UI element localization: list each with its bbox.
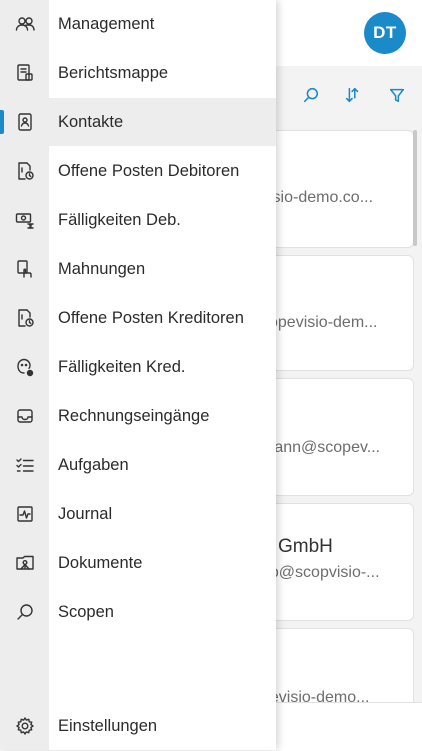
scrollbar[interactable] [413,130,417,246]
nav-label: Dokumente [58,554,143,572]
navigation-drawer: Management Berichtsmappe Kontakte Offene… [0,0,276,750]
contact-email: copevisio-dem... [262,314,378,331]
nav-item-kontakte[interactable]: Kontakte [0,98,276,146]
nav-label: Fälligkeiten Kred. [58,358,186,376]
open-items-creditors-icon [14,307,36,329]
documents-icon [14,552,36,574]
nav-label: Offene Posten Kreditoren [58,309,244,327]
filter-icon[interactable] [386,84,408,106]
nav-label: Kontakte [58,113,124,131]
nav-item-mahnungen[interactable]: Mahnungen [0,245,276,293]
nav-label: Aufgaben [58,456,129,474]
nav-item-rechnungseingaenge[interactable]: Rechnungseingänge [0,392,276,440]
search-icon[interactable] [300,84,322,106]
report-folder-icon [14,62,36,84]
nav-label: Offene Posten Debitoren [58,162,240,180]
nav-item-faelligkeiten-kred[interactable]: Fälligkeiten Kred. [0,343,276,391]
contact-name: GmbH [278,536,333,557]
contact-card[interactable]: GmbH op@scopvisio-... [262,503,414,621]
nav-label: Berichtsmappe [58,64,169,82]
dunning-icon [14,258,36,280]
nav-label: Fälligkeiten Deb. [58,211,181,229]
search-icon [14,601,36,623]
nav-item-offene-posten-kreditoren[interactable]: Offene Posten Kreditoren [0,294,276,342]
contact-email: visio-demo.co... [262,189,374,206]
bottom-bar [262,702,422,751]
contacts-icon [14,111,36,133]
nav-item-offene-posten-debitoren[interactable]: Offene Posten Debitoren [0,147,276,195]
avatar[interactable]: DT [364,12,406,54]
journal-icon [14,503,36,525]
nav-label: Scopen [58,603,114,621]
due-debtors-icon [14,209,36,231]
nav-item-scopen[interactable]: Scopen [0,588,276,636]
nav-label: Mahnungen [58,260,146,278]
contact-card[interactable]: copevisio-dem... [262,255,414,371]
nav-label: Management [58,15,155,33]
nav-label: Einstellungen [58,717,158,735]
nav-item-berichtsmappe[interactable]: Berichtsmappe [0,49,276,97]
nav-label: Journal [58,505,113,523]
nav-item-faelligkeiten-deb[interactable]: Fälligkeiten Deb. [0,196,276,244]
contact-email: mann@scopev... [262,439,381,456]
due-creditors-icon [14,356,36,378]
nav-item-aufgaben[interactable]: Aufgaben [0,441,276,489]
contact-email: op@scopvisio-... [262,564,380,581]
open-items-debtors-icon [14,160,36,182]
nav-item-journal[interactable]: Journal [0,490,276,538]
settings-icon [14,715,36,737]
users-icon [14,13,36,35]
inbox-icon [14,405,36,427]
tasks-icon [14,454,36,476]
contact-card[interactable]: mann@scopev... [262,378,414,496]
nav-label: Rechnungseingänge [58,407,210,425]
sort-icon[interactable] [342,84,364,106]
nav-item-management[interactable]: Management [0,0,276,48]
nav-item-dokumente[interactable]: Dokumente [0,539,276,587]
contact-card[interactable]: visio-demo.co... [262,130,414,248]
nav-item-einstellungen[interactable]: Einstellungen [0,702,276,750]
